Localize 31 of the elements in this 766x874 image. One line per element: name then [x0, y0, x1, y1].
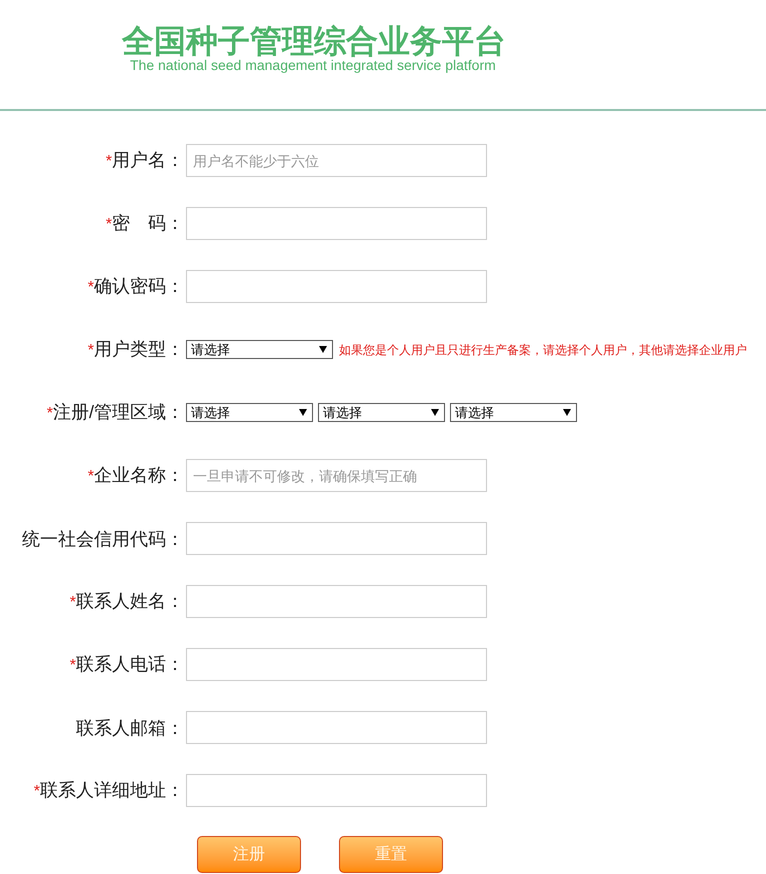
text-input[interactable]: [186, 585, 487, 618]
text-input[interactable]: 一旦申请不可修改，请确保填写正确: [186, 459, 487, 492]
text-input[interactable]: [186, 522, 487, 555]
text-input[interactable]: [186, 774, 487, 807]
field-label: *用户类型：: [86, 338, 184, 360]
caret-icon: [319, 346, 327, 353]
field-label: *注册/管理区域：: [46, 400, 184, 424]
field-label: *确认密码：: [86, 274, 184, 298]
caret-icon: [431, 409, 439, 416]
hint-text: 如果您是个人用户且只进行生产备案，请选择个人用户，其他请选择企业用户: [339, 342, 747, 358]
field-label: *密 码：: [104, 212, 184, 234]
field-label: *联系人详细地址：: [32, 778, 184, 802]
field-label: *联系人姓名：: [68, 590, 184, 612]
dropdown-select[interactable]: 请选择: [186, 340, 333, 359]
text-input[interactable]: [186, 270, 487, 303]
field-label: *企业名称：: [86, 464, 184, 486]
field-label: 统一社会信用代码：: [21, 528, 184, 550]
text-input[interactable]: [186, 711, 487, 744]
site-title: 全国种子管理综合业务平台: [122, 22, 506, 60]
field-label: *用户名：: [104, 148, 184, 172]
caret-icon: [299, 409, 307, 416]
field-label: *联系人电话：: [68, 652, 184, 676]
site-subtitle: The national seed management integrated service platform: [130, 57, 496, 73]
text-input[interactable]: 用户名不能少于六位: [186, 144, 487, 177]
dropdown-select[interactable]: 请选择: [186, 403, 313, 422]
field-label: 联系人邮箱：: [75, 716, 184, 740]
dropdown-select[interactable]: 请选择: [318, 403, 445, 422]
dropdown-select[interactable]: 请选择: [450, 403, 577, 422]
text-input[interactable]: [186, 207, 487, 240]
caret-icon: [563, 409, 571, 416]
text-input[interactable]: [186, 648, 487, 681]
